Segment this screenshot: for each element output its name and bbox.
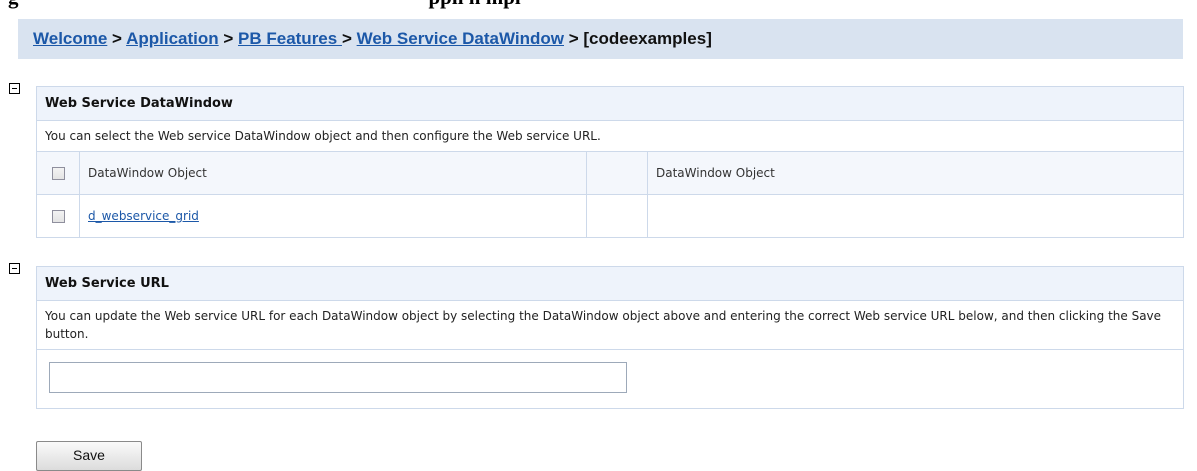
breadcrumb-separator: > xyxy=(107,29,127,48)
datawindow-link[interactable]: d_webservice_grid xyxy=(88,209,199,223)
breadcrumb-separator: > xyxy=(218,29,239,48)
breadcrumb-separator: > xyxy=(341,29,357,48)
datawindow-table: DataWindow Object DataWindow Object d_we… xyxy=(37,151,1183,237)
table-header-row: DataWindow Object DataWindow Object xyxy=(37,151,1183,195)
breadcrumb: Welcome > Application > PB Features > We… xyxy=(18,19,1183,59)
collapse-icon[interactable] xyxy=(9,263,20,274)
select-all-checkbox[interactable] xyxy=(51,167,65,180)
breadcrumb-separator: > xyxy=(563,29,584,48)
collapse-icon[interactable] xyxy=(9,83,20,94)
caption-left: g xyxy=(8,0,19,9)
datawindow-panel: Web Service DataWindow You can select th… xyxy=(36,86,1184,238)
breadcrumb-pb-features[interactable]: PB Features xyxy=(238,29,342,48)
column-header: DataWindow Object xyxy=(647,151,1183,195)
header-checkbox-cell xyxy=(37,151,80,195)
panel-description: You can update the Web service URL for e… xyxy=(45,309,1162,341)
breadcrumb-application[interactable]: Application xyxy=(126,29,219,48)
row-checkbox-cell xyxy=(37,194,80,237)
panel-title: Web Service URL xyxy=(37,267,1183,301)
panel-title: Web Service DataWindow xyxy=(37,87,1183,121)
column-header xyxy=(586,151,648,195)
table-row: d_webservice_grid xyxy=(37,194,1183,237)
web-service-url-input[interactable] xyxy=(49,362,627,393)
table-cell xyxy=(586,194,648,237)
save-button[interactable]: Save xyxy=(36,441,142,471)
breadcrumb-current: [codeexamples] xyxy=(583,29,712,48)
breadcrumb-web-service-datawindow[interactable]: Web Service DataWindow xyxy=(357,29,564,48)
page-caption: g ppli n mpl xyxy=(8,0,521,9)
column-header: DataWindow Object xyxy=(79,151,587,195)
row-name-cell: d_webservice_grid xyxy=(79,194,587,237)
row-checkbox[interactable] xyxy=(51,210,65,223)
panel-description: You can select the Web service DataWindo… xyxy=(45,129,601,143)
url-input-area xyxy=(37,349,1183,408)
table-cell xyxy=(647,194,1183,237)
url-panel: Web Service URL You can update the Web s… xyxy=(36,266,1184,409)
caption-right: ppli n mpl xyxy=(429,0,521,9)
breadcrumb-welcome[interactable]: Welcome xyxy=(33,29,107,48)
